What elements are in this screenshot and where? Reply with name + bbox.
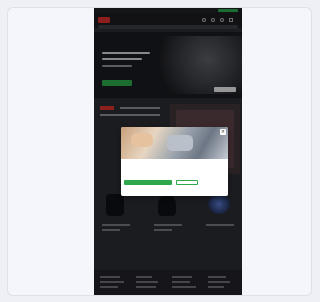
accept-cookies-button[interactable] (124, 180, 172, 185)
modal-title (124, 162, 224, 166)
modal-image (121, 127, 228, 159)
cookie-settings-button[interactable] (176, 180, 198, 185)
screenshot-card: × (7, 7, 312, 296)
modal-body-text (124, 167, 225, 176)
cookie-consent-modal: × (121, 127, 228, 196)
close-icon[interactable]: × (220, 129, 226, 135)
